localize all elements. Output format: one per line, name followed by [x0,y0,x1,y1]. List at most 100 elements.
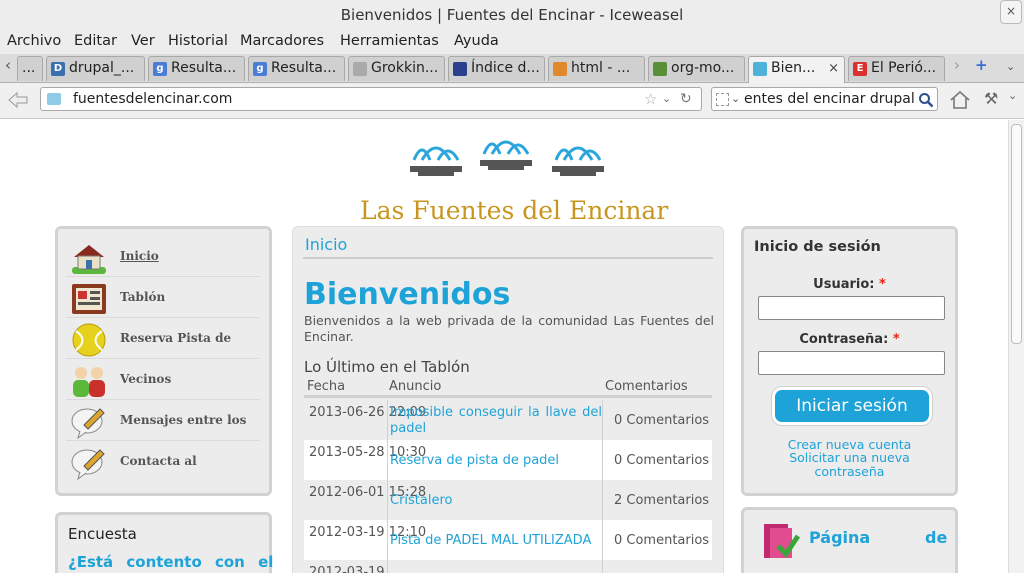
tab-5[interactable]: Índice d... [448,56,545,81]
tab-3[interactable]: g Resulta... [248,56,345,81]
reload-icon[interactable]: ↻ [680,88,692,110]
tab-1[interactable]: D drupal_... [46,56,145,81]
username-field[interactable] [758,296,945,320]
monitor-favicon-icon [453,62,467,76]
sidebar-item-mensajes[interactable]: Mensajes entre los [66,401,260,441]
tab-6[interactable]: html - ... [548,56,645,81]
board-icon [72,284,106,314]
menu-editar[interactable]: Editar [74,33,117,49]
bookmark-star-icon[interactable]: ☆ [644,88,657,110]
tab-2[interactable]: g Resulta... [148,56,245,81]
vertical-scrollbar[interactable] [1008,120,1024,573]
menu-archivo[interactable]: Archivo [7,33,61,49]
tab-label: Grokkin... [371,60,439,76]
row-title-link[interactable]: Cristalero [390,493,602,509]
home-icon [72,245,106,274]
sidebar-item-reserva[interactable]: Reserva Pista de [66,319,260,359]
menu-ver[interactable]: Ver [131,33,155,49]
tab-scroll-right-icon[interactable]: › [954,56,960,74]
tab-label: Resulta... [271,60,337,76]
column-divider [387,400,388,573]
sidebar-item-tablon[interactable]: Tablón [66,278,260,318]
site-logo[interactable]: Las Fuentes del Encinar [352,130,668,230]
username-label: Usuario: * [744,277,955,292]
back-arrow-icon[interactable] [6,90,30,110]
search-engine-chevron-icon[interactable]: ⌄ [731,88,740,110]
page-box-word-2[interactable]: de [925,528,947,547]
page-box-word-1[interactable]: Página [809,528,870,547]
password-field[interactable] [758,351,945,375]
new-tab-icon[interactable]: + [975,56,988,74]
sidebar-item-label: Tablón [120,290,166,304]
tools-icon[interactable]: ⚒ [984,89,998,108]
stackoverflow-favicon-icon [553,62,567,76]
tab-bar: ‹ ... D drupal_... g Resulta... g Result… [0,54,1024,83]
sidebar-item-vecinos[interactable]: Vecinos [66,360,260,400]
tab-4[interactable]: Grokkin... [348,56,445,81]
home-button-icon[interactable] [949,90,971,110]
login-submit-button[interactable]: Iniciar sesión [775,390,929,422]
intro-text: Bienvenidos a la web privada de la comun… [304,313,714,344]
sidebar-item-label: Inicio [120,249,159,263]
row-title-link[interactable]: Imposible conseguir la llave del padel [390,405,602,437]
table-row: 2012-06-01 15:28 Cristalero 2 Comentario… [304,480,712,520]
poll-question[interactable]: ¿Está contento con el [68,553,273,571]
google-favicon-icon: g [253,62,267,76]
column-header-fecha[interactable]: Fecha [307,379,345,394]
window-titlebar: Bienvenidos | Fuentes del Encinar - Icew… [0,0,1024,30]
tab-8-active[interactable]: Bien... × [748,56,845,83]
menu-marcadores[interactable]: Marcadores [240,33,324,49]
divider [303,257,713,259]
tab-label: ... [22,60,36,76]
url-text[interactable]: fuentesdelencinar.com [73,88,232,110]
sidebar-item-label: Vecinos [120,372,172,386]
tab-label: El Perió... [871,60,937,76]
menu-historial[interactable]: Historial [168,33,228,49]
site-logo-text: Las Fuentes del Encinar [360,196,669,225]
tab-label: Bien... [771,60,816,76]
google-favicon-icon: g [153,62,167,76]
tab-0[interactable]: ... [17,56,43,81]
tools-chevron-icon[interactable]: ⌄ [1008,89,1017,102]
tab-7[interactable]: org-mo... [648,56,745,81]
search-bar[interactable]: ⌄ entes del encinar drupal [711,87,938,111]
column-header-anuncio[interactable]: Anuncio [389,379,441,394]
window-title: Bienvenidos | Fuentes del Encinar - Icew… [340,6,684,24]
request-password-link[interactable]: Solicitar una nueva contraseña [784,451,915,479]
poll-panel: Encuesta ¿Está contento con el [55,512,273,573]
search-input[interactable]: entes del encinar drupal [744,88,915,110]
section-title: Lo Último en el Tablón [304,358,470,376]
table-row: 2013-06-26 22:09 Imposible conseguir la … [304,400,712,440]
sidebar-item-label: Mensajes entre los [120,413,247,427]
breadcrumb-inicio[interactable]: Inicio [305,235,347,254]
sidebar-item-inicio[interactable]: Inicio [66,237,260,277]
site-identity-icon[interactable] [47,93,61,105]
url-history-chevron-icon[interactable]: ⌄ [662,88,671,110]
tab-close-icon[interactable]: × [828,57,839,80]
menu-ayuda[interactable]: Ayuda [454,33,499,49]
column-header-comentarios[interactable]: Comentarios [605,379,688,394]
row-title-link[interactable]: Reserva de pista de padel [390,453,602,469]
sidebar-item-contacta[interactable]: Contacta al [66,442,260,482]
message-icon [71,408,105,439]
search-engine-icon[interactable] [716,93,729,106]
navigation-bar: fuentesdelencinar.com ☆ ⌄ ↻ ⌄ entes del … [0,83,1024,119]
search-icon[interactable] [918,92,934,108]
page-favicon-icon [353,62,367,76]
tab-list-chevron-icon[interactable]: ⌄ [1006,60,1015,73]
window-close-button[interactable]: × [1000,0,1022,24]
username-label-text: Usuario: [813,277,875,292]
tab-label: Resulta... [171,60,237,76]
periodico-favicon-icon: E [853,62,867,76]
scrollbar-thumb[interactable] [1011,124,1022,344]
url-bar[interactable]: fuentesdelencinar.com ☆ ⌄ ↻ [40,87,702,111]
column-divider [602,400,603,573]
required-mark: * [879,277,886,292]
tab-scroll-left-icon[interactable]: ‹ [5,56,11,74]
table-row: 2012-03-19 [304,560,712,573]
menu-herramientas[interactable]: Herramientas [340,33,439,49]
drupal-favicon-icon: D [51,62,65,76]
tab-9[interactable]: E El Perió... [848,56,945,81]
row-title-link[interactable]: Pista de PADEL MAL UTILIZADA [390,533,602,549]
sidebar-menu: Inicio Tablón Reserva Pista de Vecinos M… [55,226,272,496]
